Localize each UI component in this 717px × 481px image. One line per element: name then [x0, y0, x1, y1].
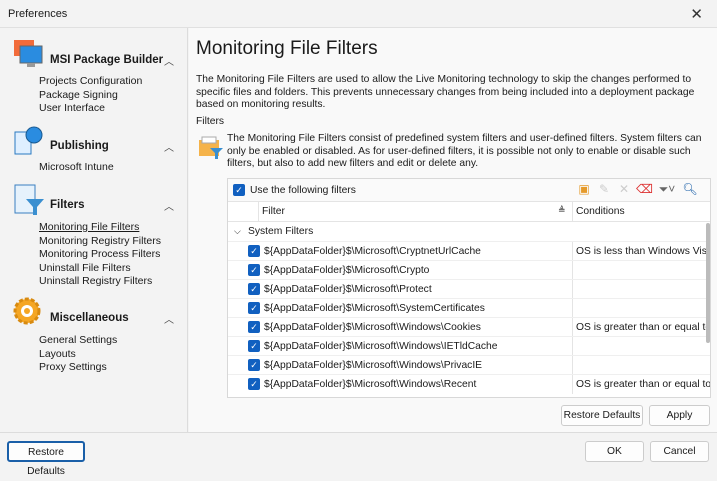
use-filters-label[interactable]: Use the following filters	[250, 185, 356, 196]
footer: Restore Defaults OK Cancel	[0, 432, 717, 477]
filter-cell: ${AppDataFolder}$\Microsoft\CryptnetUrlC…	[264, 246, 481, 257]
condition-cell: OS is less than Windows Vista	[572, 242, 710, 261]
row-checkbox[interactable]: ✓	[248, 359, 260, 371]
footer-restore-defaults-button[interactable]: Restore Defaults	[7, 441, 85, 477]
sidebar-item-layouts[interactable]: Layouts	[39, 348, 117, 362]
column-conditions[interactable]: Conditions	[572, 202, 628, 222]
table-row[interactable]: ✓ ${AppDataFolder}$\Microsoft\SystemCerti…	[228, 298, 710, 318]
row-checkbox[interactable]: ✓	[248, 283, 260, 295]
condition-cell	[572, 299, 710, 318]
sidebar-item-proxy-settings[interactable]: Proxy Settings	[39, 361, 117, 375]
table-row[interactable]: ✓ ${AppDataFolder}$\Microsoft\Crypto	[228, 260, 710, 280]
filter-cell: ${AppDataFolder}$\Microsoft\Windows\Cook…	[264, 322, 481, 333]
sidebar-item-user-interface[interactable]: User Interface	[39, 102, 142, 116]
publish-globe-icon	[14, 126, 43, 155]
filter-cell: ${AppDataFolder}$\Microsoft\Windows\Priv…	[264, 360, 483, 371]
table-row[interactable]: ✓ ${AppDataFolder}$\Microsoft\CryptnetUrl…	[228, 241, 710, 261]
condition-cell	[572, 337, 710, 356]
sort-ascending-icon: ≜	[558, 205, 566, 215]
group-title[interactable]: Filters	[50, 199, 85, 211]
apply-button[interactable]: Apply	[649, 405, 710, 426]
folder-filter-icon	[199, 136, 223, 159]
filter-cell: ${AppDataFolder}$\Microsoft\Protect	[264, 284, 432, 295]
sidebar-item-projects-configuration[interactable]: Projects Configuration	[39, 75, 142, 89]
group-title[interactable]: Publishing	[50, 140, 109, 152]
sidebar-item-uninstall-registry-filters[interactable]: Uninstall Registry Filters	[39, 275, 161, 289]
restore-defaults-button[interactable]: Restore Defaults	[561, 405, 643, 426]
group-title[interactable]: MSI Package Builder	[50, 54, 163, 66]
row-checkbox[interactable]: ✓	[248, 378, 260, 390]
condition-cell	[572, 356, 710, 375]
row-checkbox[interactable]: ✓	[248, 302, 260, 314]
group-label: System Filters	[248, 226, 314, 237]
table-row[interactable]: ✓ ${AppDataFolder}$\Microsoft\Windows\Rec…	[228, 374, 710, 394]
chevron-up-icon[interactable]: ︿	[164, 198, 174, 213]
page-title: Monitoring File Filters	[196, 38, 378, 59]
filters-grid: ✓ Use the following filters ▣ ✎ ✕ ⌫ ⏷˅ 🔍…	[227, 178, 711, 398]
gear-icon	[13, 297, 41, 325]
chevron-up-icon[interactable]: ︿	[164, 139, 174, 154]
sidebar-item-monitoring-registry-filters[interactable]: Monitoring Registry Filters	[39, 235, 161, 249]
condition-cell	[572, 280, 710, 299]
table-row[interactable]: ✓ ${AppDataFolder}$\Microsoft\Windows\Coo…	[228, 317, 710, 337]
filter-dropdown-icon[interactable]: ⏷˅	[656, 182, 678, 197]
sidebar: MSI Package Builder ︿ Projects Configura…	[0, 28, 188, 432]
grid-header: Filter ≜ Conditions	[228, 202, 710, 222]
section-label: Filters	[196, 116, 225, 127]
chevron-down-icon[interactable]: ⌵	[234, 226, 241, 237]
sidebar-item-monitoring-file-filters[interactable]: Monitoring File Filters	[39, 221, 161, 235]
group-title[interactable]: Miscellaneous	[50, 312, 129, 324]
row-checkbox[interactable]: ✓	[248, 321, 260, 333]
main-panel: Monitoring File Filters The Monitoring F…	[189, 28, 717, 432]
table-row[interactable]: ✓ ${AppDataFolder}$\Microsoft\Protect	[228, 279, 710, 299]
sidebar-item-uninstall-file-filters[interactable]: Uninstall File Filters	[39, 262, 161, 276]
chevron-up-icon[interactable]: ︿	[164, 311, 174, 326]
search-icon[interactable]: 🔍︎	[682, 182, 698, 197]
use-filters-checkbox[interactable]: ✓	[233, 184, 245, 196]
page-description: The Monitoring File Filters are used to …	[196, 74, 695, 110]
vertical-scrollbar[interactable]	[706, 223, 710, 343]
condition-cell: OS is greater than or equal to W	[572, 318, 710, 337]
table-row[interactable]: ✓ ${AppDataFolder}$\Microsoft\Windows\Pri…	[228, 355, 710, 375]
filter-cell: ${AppDataFolder}$\Microsoft\SystemCertif…	[264, 303, 485, 314]
add-filter-icon[interactable]: ▣	[576, 182, 592, 197]
row-checkbox[interactable]: ✓	[248, 264, 260, 276]
grid-toolbar: ✓ Use the following filters ▣ ✎ ✕ ⌫ ⏷˅ 🔍…	[228, 179, 710, 202]
delete-icon[interactable]: ✕	[616, 182, 632, 197]
sidebar-item-monitoring-process-filters[interactable]: Monitoring Process Filters	[39, 248, 161, 262]
eraser-icon[interactable]: ⌫	[636, 182, 653, 197]
cancel-button[interactable]: Cancel	[650, 441, 709, 462]
filter-cell: ${AppDataFolder}$\Microsoft\Crypto	[264, 265, 430, 276]
close-icon[interactable]: ✕	[690, 5, 703, 23]
row-checkbox[interactable]: ✓	[248, 245, 260, 257]
filter-document-icon	[14, 184, 44, 215]
column-filter[interactable]: Filter	[262, 206, 285, 217]
sidebar-item-package-signing[interactable]: Package Signing	[39, 89, 142, 103]
table-row[interactable]: ✓ ${AppDataFolder}$\Microsoft\Windows\IET…	[228, 336, 710, 356]
sidebar-item-microsoft-intune[interactable]: Microsoft Intune	[39, 161, 114, 175]
monitor-icon	[14, 40, 43, 67]
ok-button[interactable]: OK	[585, 441, 644, 462]
info-text: The Monitoring File Filters consist of p…	[227, 133, 702, 169]
sidebar-item-general-settings[interactable]: General Settings	[39, 334, 117, 348]
window-title: Preferences	[8, 8, 68, 20]
group-row-system-filters[interactable]: ⌵ System Filters	[228, 222, 710, 241]
chevron-up-icon[interactable]: ︿	[164, 53, 174, 68]
filter-cell: ${AppDataFolder}$\Microsoft\Windows\IETl…	[264, 341, 498, 352]
filter-cell: ${AppDataFolder}$\Microsoft\Windows\Rece…	[264, 379, 477, 390]
title-bar: Preferences ✕	[0, 0, 717, 28]
row-checkbox[interactable]: ✓	[248, 340, 260, 352]
condition-cell: OS is greater than or equal to W	[572, 375, 710, 394]
condition-cell	[572, 261, 710, 280]
edit-icon[interactable]: ✎	[596, 182, 612, 197]
